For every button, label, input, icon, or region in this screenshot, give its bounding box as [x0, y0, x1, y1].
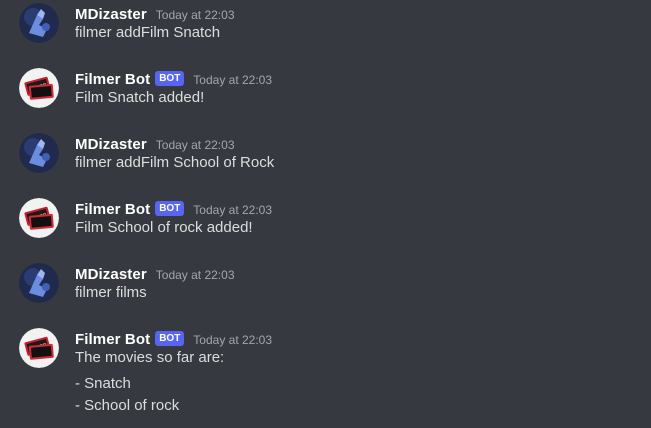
- timestamp[interactable]: Today at 22:03: [193, 203, 272, 217]
- bot-avatar[interactable]: FILMER: [19, 68, 59, 108]
- user-avatar-icon: [19, 263, 59, 303]
- user-avatar[interactable]: [19, 133, 59, 173]
- bot-badge: BOT: [155, 200, 185, 216]
- film-tickets-icon: FILMER: [19, 328, 59, 368]
- bot-avatar[interactable]: FILMER: [19, 328, 59, 368]
- message-text: - School of rock: [75, 397, 180, 414]
- timestamp[interactable]: Today at 22:03: [193, 333, 272, 347]
- bot-avatar[interactable]: FILMER: [19, 198, 59, 238]
- film-tickets-icon: FILMER: [19, 198, 59, 238]
- username[interactable]: MDizaster: [75, 6, 147, 23]
- timestamp[interactable]: Today at 22:03: [156, 268, 235, 282]
- user-avatar[interactable]: [19, 3, 59, 43]
- message-text: filmer addFilm School of Rock: [75, 154, 275, 171]
- user-avatar-icon: [19, 133, 59, 173]
- timestamp[interactable]: Today at 22:03: [156, 138, 235, 152]
- username[interactable]: MDizaster: [75, 266, 147, 283]
- timestamp[interactable]: Today at 22:03: [156, 8, 235, 22]
- message-text: Film Snatch added!: [75, 89, 205, 106]
- bot-badge: BOT: [155, 70, 185, 86]
- message-text: - Snatch: [75, 375, 131, 392]
- username[interactable]: Filmer Bot: [75, 331, 150, 348]
- film-tickets-icon: FILMER: [19, 68, 59, 108]
- username[interactable]: Filmer Bot: [75, 201, 150, 218]
- user-avatar[interactable]: [19, 263, 59, 303]
- message-text: filmer films: [75, 284, 147, 301]
- message-text: Film School of rock added!: [75, 219, 253, 236]
- message-text: filmer addFilm Snatch: [75, 24, 221, 41]
- timestamp[interactable]: Today at 22:03: [193, 73, 272, 87]
- chat-messages: MDizaster Today at 22:03 filmer addFilm …: [0, 0, 651, 428]
- message-text: The movies so far are:: [75, 349, 225, 366]
- username[interactable]: MDizaster: [75, 136, 147, 153]
- username[interactable]: Filmer Bot: [75, 71, 150, 88]
- user-avatar-icon: [19, 3, 59, 43]
- bot-badge: BOT: [155, 330, 185, 346]
